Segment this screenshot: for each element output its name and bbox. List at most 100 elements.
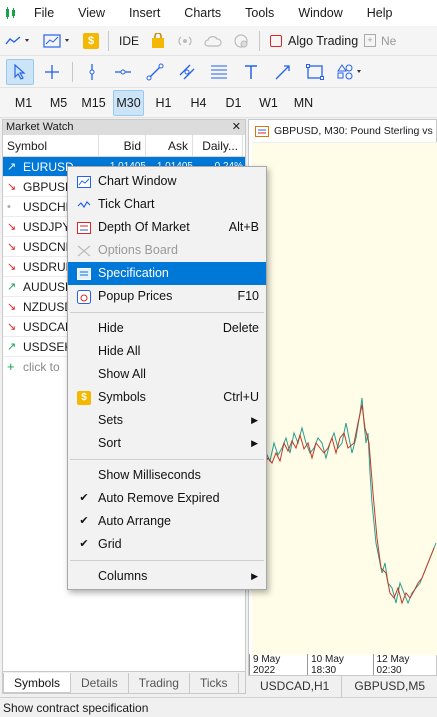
tab-ticks[interactable]: Ticks — [190, 672, 239, 693]
timeframe-m5[interactable]: M5 — [43, 90, 74, 116]
chart-type-dropdown[interactable] — [2, 28, 36, 54]
menu-item-show-milliseconds[interactable]: Show Milliseconds — [68, 464, 266, 487]
menu-item-hide[interactable]: Hide Delete — [68, 317, 266, 340]
trend-up-icon: ↗ — [7, 280, 17, 293]
menu-help[interactable]: Help — [355, 0, 405, 26]
menu-item-label: Show All — [98, 367, 146, 381]
menu-item-tick-chart[interactable]: Tick Chart — [68, 193, 266, 216]
menu-item-sets[interactable]: Sets ▶ — [68, 409, 266, 432]
menu-item-columns[interactable]: Columns ▶ — [68, 565, 266, 588]
tab-symbols[interactable]: Symbols — [3, 672, 72, 693]
new-order-icon: + — [364, 34, 376, 47]
menu-item-label: Symbols — [98, 390, 146, 404]
chart-window-icon — [255, 125, 269, 137]
menu-item-sort[interactable]: Sort ▶ — [68, 432, 266, 455]
menu-item-specification[interactable]: Specification — [68, 262, 266, 285]
menu-item-chart-window[interactable]: Chart Window — [68, 170, 266, 193]
timeframe-m15[interactable]: M15 — [78, 90, 109, 116]
menu-item-auto-remove-expired[interactable]: ✔ Auto Remove Expired — [68, 487, 266, 510]
algo-trading-button[interactable]: Algo Trading — [266, 28, 360, 54]
depth-of-market-icon — [76, 216, 92, 239]
options-board-icon — [76, 239, 92, 262]
market-bag-icon[interactable] — [147, 28, 169, 54]
timeframe-d1[interactable]: D1 — [218, 90, 249, 116]
tab-trading[interactable]: Trading — [129, 672, 190, 693]
menu-item-grid[interactable]: ✔ Grid — [68, 533, 266, 556]
symbol-name: USDSEK — [23, 339, 73, 354]
price-chart-area[interactable] — [251, 142, 437, 655]
context-menu: Chart Window Tick Chart Depth Of Market … — [67, 166, 267, 590]
trend-down-icon: ↘ — [7, 220, 17, 233]
crosshair-tool-icon[interactable] — [38, 59, 66, 85]
menu-view[interactable]: View — [66, 0, 117, 26]
menu-item-depth-of-market[interactable]: Depth Of Market Alt+B — [68, 216, 266, 239]
menu-item-label: Sets — [98, 413, 124, 427]
checkmark-icon: ✔ — [79, 515, 89, 527]
text-tool-icon[interactable] — [237, 59, 265, 85]
trend-down-icon: ↘ — [7, 240, 17, 253]
menu-divider — [70, 560, 264, 561]
menu-charts[interactable]: Charts — [172, 0, 233, 26]
ide-button[interactable]: IDE — [115, 28, 143, 54]
column-daily[interactable]: Daily... — [193, 135, 243, 156]
menu-item-auto-arrange[interactable]: ✔ Auto Arrange — [68, 510, 266, 533]
column-symbol[interactable]: Symbol — [3, 135, 99, 156]
status-bar: Show contract specification — [0, 697, 437, 717]
dollar-symbols-icon[interactable]: $ — [80, 28, 102, 54]
menu-file[interactable]: File — [22, 0, 66, 26]
trend-down-icon: ↘ — [7, 180, 17, 193]
menu-item-label: Grid — [98, 537, 122, 551]
chart-window-icon — [76, 170, 92, 193]
tab-details[interactable]: Details — [71, 672, 129, 693]
menu-item-label: Auto Arrange — [98, 514, 171, 528]
time-label: 10 May 18:30 — [307, 654, 366, 676]
close-icon[interactable]: ✕ — [232, 120, 241, 135]
vps-icon[interactable] — [229, 28, 253, 54]
menu-item-hide-all[interactable]: Hide All — [68, 340, 266, 363]
timeframe-m30[interactable]: M30 — [113, 89, 144, 116]
shapes-dropdown-icon[interactable] — [333, 59, 369, 85]
menu-item-symbols[interactable]: $ Symbols Ctrl+U — [68, 386, 266, 409]
symbol-name: NZDUSD — [23, 299, 73, 314]
menu-tools[interactable]: Tools — [233, 0, 286, 26]
signal-icon[interactable] — [173, 28, 197, 54]
market-watch-tabs: Symbols Details Trading Ticks — [3, 671, 245, 693]
arrow-tool-icon[interactable] — [269, 59, 297, 85]
trendline-tool-icon[interactable] — [141, 59, 169, 85]
chart-tab-gbpusd[interactable]: GBPUSD,M5 — [342, 676, 437, 697]
chart-template-dropdown[interactable] — [40, 28, 76, 54]
timeframe-mn[interactable]: MN — [288, 90, 319, 116]
menu-item-show-all[interactable]: Show All — [68, 363, 266, 386]
algo-stop-icon — [270, 34, 282, 47]
cloud-icon[interactable] — [201, 28, 225, 54]
timeframe-h1[interactable]: H1 — [148, 90, 179, 116]
trend-down-icon: ↘ — [7, 260, 17, 273]
separator — [108, 30, 109, 51]
fibonacci-tool-icon[interactable] — [205, 59, 233, 85]
timeframe-w1[interactable]: W1 — [253, 90, 284, 116]
new-order-button[interactable]: + Ne — [364, 28, 404, 54]
menu-item-options-board[interactable]: Options Board — [68, 239, 266, 262]
chart-title-bar: GBPUSD, M30: Pound Sterling vs US — [249, 120, 436, 142]
chart-tab-usdcad[interactable]: USDCAD,H1 — [248, 676, 343, 697]
menu-shortcut: Delete — [222, 321, 259, 335]
vertical-line-tool-icon[interactable] — [79, 59, 105, 85]
symbol-name: USDCHF — [23, 199, 73, 214]
menu-item-label: Depth Of Market — [98, 220, 190, 234]
timeframe-h4[interactable]: H4 — [183, 90, 214, 116]
menu-window[interactable]: Window — [286, 0, 354, 26]
menu-item-label: Options Board — [98, 243, 178, 257]
menu-insert[interactable]: Insert — [117, 0, 172, 26]
rectangle-tool-icon[interactable] — [301, 59, 329, 85]
checkmark-icon: ✔ — [79, 538, 89, 550]
horizontal-line-tool-icon[interactable] — [109, 59, 137, 85]
menu-item-popup-prices[interactable]: Popup Prices F10 — [68, 285, 266, 308]
column-ask[interactable]: Ask — [146, 135, 193, 156]
channel-tool-icon[interactable] — [173, 59, 201, 85]
app-candles-icon — [0, 0, 22, 26]
time-label: 9 May 2022 — [249, 654, 301, 676]
timeframe-m1[interactable]: M1 — [8, 90, 39, 116]
cursor-tool-icon[interactable] — [6, 58, 34, 85]
column-bid[interactable]: Bid — [99, 135, 146, 156]
checkmark-icon: ✔ — [79, 492, 89, 504]
